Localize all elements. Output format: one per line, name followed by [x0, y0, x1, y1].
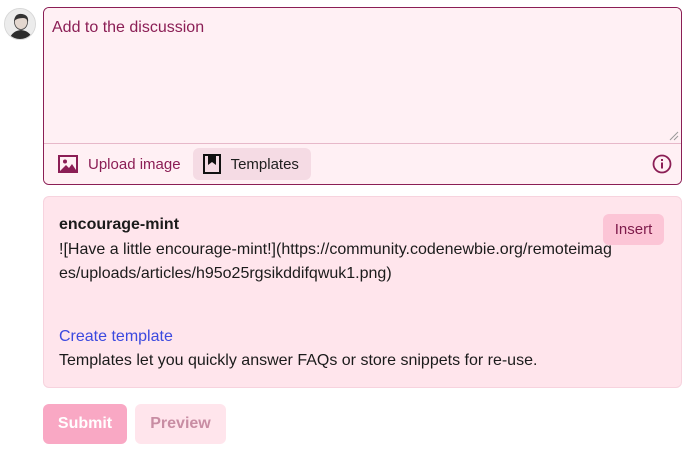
editor-toolbar: Upload image Templates [44, 143, 681, 184]
resize-handle-icon[interactable] [669, 131, 679, 141]
insert-template-button[interactable]: Insert [603, 214, 664, 245]
bookmark-icon [202, 154, 221, 174]
comment-placeholder: Add to the discussion [52, 19, 205, 36]
template-title: encourage-mint [59, 216, 180, 233]
comment-textarea[interactable]: Add to the discussion [44, 8, 681, 143]
preview-button[interactable]: Preview [135, 404, 226, 444]
comment-editor: Add to the discussion Upload image Templ… [43, 7, 682, 185]
markdown-help-button[interactable] [651, 153, 673, 175]
templates-help-text: Templates let you quickly answer FAQs or… [59, 352, 538, 369]
templates-panel: encourage-mint ![Have a little encourage… [43, 196, 682, 388]
info-icon [652, 154, 672, 174]
template-body: ![Have a little encourage-mint!](https:/… [59, 241, 612, 282]
create-template-link[interactable]: Create template [59, 328, 173, 346]
image-icon [58, 155, 78, 173]
templates-label: Templates [230, 155, 299, 173]
upload-image-label: Upload image [88, 155, 181, 173]
user-avatar [4, 8, 36, 40]
submit-button[interactable]: Submit [43, 404, 127, 444]
templates-button[interactable]: Templates [192, 148, 311, 180]
upload-image-button[interactable]: Upload image [52, 148, 187, 180]
